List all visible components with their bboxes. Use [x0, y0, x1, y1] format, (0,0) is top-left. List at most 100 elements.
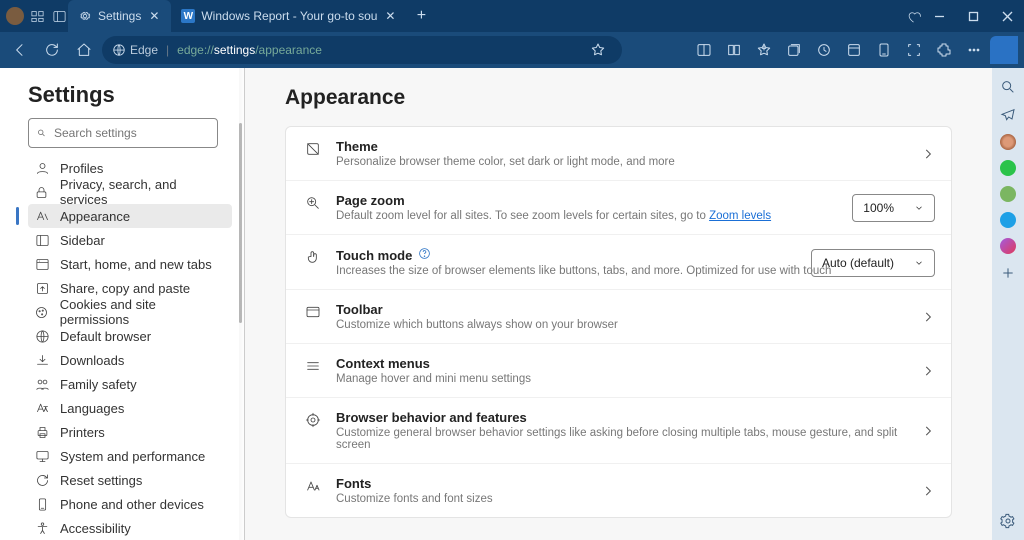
theme-icon [304, 141, 322, 157]
sidebar-item-cookie[interactable]: Cookies and site permissions [28, 300, 232, 324]
refresh-button[interactable] [38, 36, 66, 64]
tab-settings[interactable]: Settings ✕ [68, 0, 171, 32]
whatsapp-icon[interactable] [1000, 160, 1016, 176]
sidebar-item-system[interactable]: System and performance [28, 444, 232, 468]
appearance-icon [34, 208, 50, 224]
sidebar-item-family[interactable]: Family safety [28, 372, 232, 396]
sidebar-item-start[interactable]: Start, home, and new tabs [28, 252, 232, 276]
workspaces-icon[interactable] [28, 7, 46, 25]
chevron-right-icon [921, 484, 935, 498]
app-icon[interactable] [1000, 186, 1016, 202]
language-icon [34, 400, 50, 416]
sidebar-item-label: Downloads [60, 353, 124, 368]
skype-icon[interactable] [1000, 212, 1016, 228]
sidebar-item-label: Languages [60, 401, 124, 416]
sidebar-item-lock[interactable]: Privacy, search, and services [28, 180, 232, 204]
screenshot-icon[interactable] [900, 36, 928, 64]
tab-label: Windows Report - Your go-to sou [201, 9, 377, 23]
collections-icon[interactable] [780, 36, 808, 64]
toolbar-icon [304, 304, 322, 320]
sidebar-item-printer[interactable]: Printers [28, 420, 232, 444]
app-icon[interactable] [840, 36, 868, 64]
more-icon[interactable] [960, 36, 988, 64]
sidebar-item-label: Reset settings [60, 473, 142, 488]
sidebar-item-default[interactable]: Default browser [28, 324, 232, 348]
vertical-tabs-icon[interactable] [50, 7, 68, 25]
search-input[interactable] [54, 126, 209, 140]
sidebar-item-sidebar[interactable]: Sidebar [28, 228, 232, 252]
maximize-button[interactable] [956, 0, 990, 32]
sidebar-item-language[interactable]: Languages [28, 396, 232, 420]
share-icon [34, 280, 50, 296]
phone-icon [34, 496, 50, 512]
search-settings-input[interactable] [28, 118, 218, 148]
start-icon [34, 256, 50, 272]
row-fonts[interactable]: FontsCustomize fonts and font sizes [286, 464, 951, 517]
sidebar-item-label: Appearance [60, 209, 130, 224]
help-icon[interactable] [418, 247, 431, 263]
sidebar-item-phone[interactable]: Phone and other devices [28, 492, 232, 516]
row-browser-behavior[interactable]: Browser behavior and featuresCustomize g… [286, 398, 951, 464]
address-bar[interactable]: Edge | edge://settings/appearance [102, 36, 622, 64]
home-button[interactable] [70, 36, 98, 64]
family-icon [34, 376, 50, 392]
default-icon [34, 328, 50, 344]
row-theme[interactable]: ThemePersonalize browser theme color, se… [286, 127, 951, 181]
app-icon[interactable] [1000, 134, 1016, 150]
zoom-icon [304, 195, 322, 211]
reset-icon [34, 472, 50, 488]
sidebar-item-reset[interactable]: Reset settings [28, 468, 232, 492]
chevron-right-icon [921, 424, 935, 438]
tab-label: Settings [98, 9, 141, 23]
row-context-menus[interactable]: Context menusManage hover and mini menu … [286, 344, 951, 398]
zoom-select[interactable]: 100% [852, 194, 935, 222]
row-toolbar[interactable]: ToolbarCustomize which buttons always sh… [286, 290, 951, 344]
settings-sidebar: Settings ProfilesPrivacy, search, and se… [0, 68, 245, 540]
scrollbar-thumb[interactable] [239, 123, 242, 323]
close-icon[interactable]: ✕ [147, 9, 161, 23]
sidebar-item-label: Cookies and site permissions [60, 297, 226, 327]
fonts-icon [304, 478, 322, 494]
favorite-star-icon[interactable] [584, 36, 612, 64]
device-icon[interactable] [870, 36, 898, 64]
history-icon[interactable] [810, 36, 838, 64]
accessibility-icon [34, 520, 50, 536]
settings-heading: Settings [28, 82, 232, 108]
profile-icon [34, 160, 50, 176]
back-button[interactable] [6, 36, 34, 64]
profile-avatar[interactable] [6, 7, 24, 25]
close-window-button[interactable] [990, 0, 1024, 32]
sidebar-item-label: Sidebar [60, 233, 105, 248]
favorites-icon[interactable] [750, 36, 778, 64]
reading-icon[interactable] [720, 36, 748, 64]
row-touch-mode: Touch modeIncreases the size of browser … [286, 235, 951, 290]
sidebar-item-accessibility[interactable]: Accessibility [28, 516, 232, 540]
add-sidebar-icon[interactable] [999, 264, 1017, 282]
menu-icon [304, 358, 322, 374]
toolbar: Edge | edge://settings/appearance [0, 32, 1024, 68]
sidebar-item-label: Printers [60, 425, 105, 440]
sidebar-settings-icon[interactable] [999, 512, 1017, 530]
lock-icon [34, 184, 50, 200]
close-icon[interactable]: ✕ [383, 9, 397, 23]
rewards-icon[interactable] [904, 7, 922, 25]
sidebar-item-label: Share, copy and paste [60, 281, 190, 296]
sidebar-item-label: Default browser [60, 329, 151, 344]
touch-select[interactable]: Auto (default) [811, 249, 935, 277]
minimize-button[interactable] [922, 0, 956, 32]
tab-windowsreport[interactable]: W Windows Report - Your go-to sou ✕ [171, 0, 407, 32]
telegram-icon[interactable] [999, 106, 1017, 124]
copilot-button[interactable] [990, 36, 1018, 64]
sidebar-item-label: Start, home, and new tabs [60, 257, 212, 272]
behavior-icon [304, 412, 322, 428]
split-screen-icon[interactable] [690, 36, 718, 64]
new-tab-button[interactable]: + [407, 2, 435, 30]
sidebar-item-label: Accessibility [60, 521, 131, 536]
zoom-levels-link[interactable]: Zoom levels [709, 210, 771, 222]
sidebar-item-appearance[interactable]: Appearance [28, 204, 232, 228]
search-icon[interactable] [999, 78, 1017, 96]
messenger-icon[interactable] [1000, 238, 1016, 254]
site-identity[interactable]: Edge [112, 43, 158, 57]
extensions-icon[interactable] [930, 36, 958, 64]
sidebar-item-download[interactable]: Downloads [28, 348, 232, 372]
